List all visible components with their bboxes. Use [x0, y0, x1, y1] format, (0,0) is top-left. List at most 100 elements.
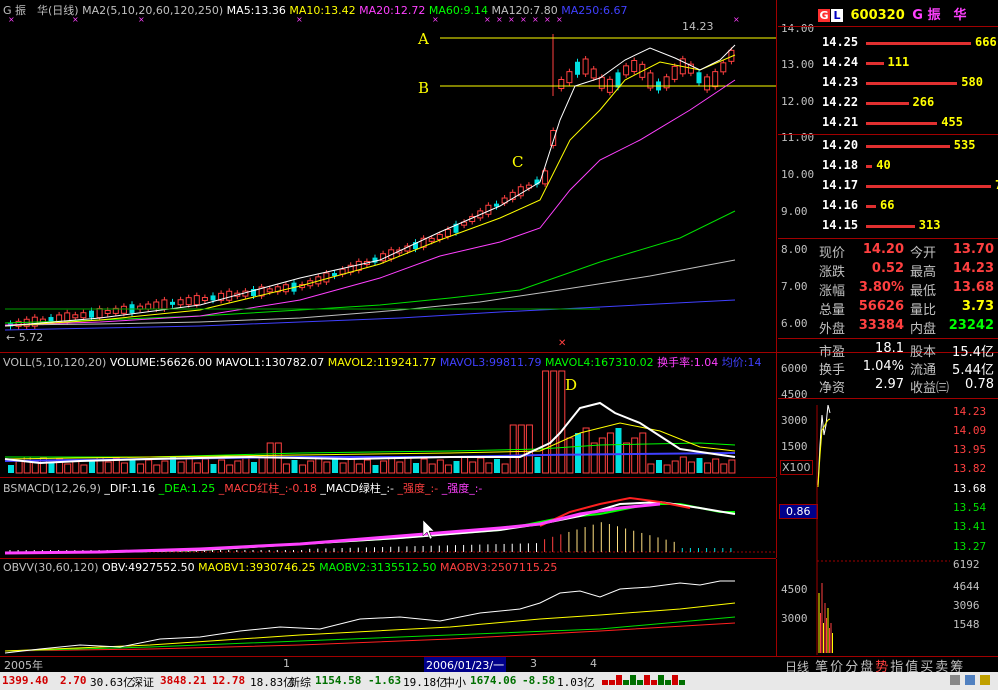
price-axis-tick: 13.00 [781, 58, 815, 71]
cursor-marker-icon: ✕ [558, 338, 567, 349]
volume-bar [534, 457, 541, 473]
candle [647, 69, 654, 91]
volume-axis-tick: 4500 [781, 388, 808, 401]
order-row[interactable]: 14.24 111 [822, 55, 909, 73]
stat-value: 3.73 [961, 299, 994, 314]
candle [332, 270, 337, 280]
volume-bar [388, 456, 396, 474]
order-row[interactable]: 14.25 666 [822, 35, 997, 53]
candlestick-chart[interactable]: × × × × × × × × × × × × × [0, 0, 776, 352]
macd-chart[interactable] [0, 478, 776, 558]
price-axis-tick: 11.00 [781, 131, 815, 144]
signal-marker: × [296, 15, 303, 24]
candle [258, 283, 265, 299]
candle [145, 301, 152, 313]
candle [15, 318, 22, 330]
candle [517, 183, 524, 199]
signal-marker: × [8, 15, 15, 24]
volume-bar [234, 460, 242, 474]
idx2-name: 深证 [132, 676, 154, 689]
intraday-axis-tick: 13.54 [953, 501, 987, 514]
network-icon [965, 675, 976, 685]
order-volume-bar [866, 122, 938, 125]
order-price: 14.21 [822, 115, 859, 129]
candle [355, 258, 362, 274]
volume-bar [185, 457, 193, 474]
stat-value: 33384 [858, 318, 904, 333]
volume-bar [444, 464, 452, 474]
volume-bar [323, 461, 331, 474]
volume-axis-tick: 1500 [781, 440, 808, 453]
price-axis-tick: 12.00 [781, 95, 815, 108]
idx3-value: 1154.58 [315, 674, 362, 687]
stat-key: 涨幅 [819, 284, 846, 299]
l-badge: L [831, 9, 843, 22]
intraday-axis-tick: 6192 [953, 558, 980, 571]
order-row[interactable]: 14.16 66 [822, 198, 894, 216]
stat-key: 总量 [819, 303, 846, 318]
stock-code: 600320 [850, 8, 905, 23]
candle [372, 254, 378, 266]
candle [671, 63, 678, 83]
high-price-label: 14.23 [682, 20, 714, 33]
order-row[interactable]: 14.20 535 [822, 138, 975, 156]
volume-bar [704, 462, 712, 474]
intraday-chart[interactable] [815, 405, 950, 655]
volume-bar [104, 461, 112, 474]
volume-bar [413, 463, 419, 473]
idx2-change: 12.78 [212, 674, 246, 687]
signal-marker: × [72, 15, 79, 24]
candle [274, 283, 281, 295]
volume-bar [453, 461, 460, 473]
order-row[interactable]: 14.21 455 [822, 115, 963, 133]
order-price: 14.23 [822, 75, 859, 89]
obv-chart[interactable] [0, 559, 776, 656]
market-breadth-icon [602, 675, 685, 688]
volume-bar [161, 460, 169, 474]
idx4-value: 1674.06 [470, 674, 517, 687]
stat-value: 13.70 [952, 242, 994, 257]
fund-key: 市盈 [819, 345, 846, 360]
price-axis-tick: 6.00 [781, 317, 808, 330]
idx1-amount: 30.63亿 [90, 676, 135, 689]
volume-bar [372, 465, 379, 473]
signal-marker: × [496, 15, 503, 24]
idx4-name: 中小 [444, 676, 466, 689]
order-row[interactable]: 14.17793 [822, 178, 998, 196]
order-row[interactable]: 14.15 313 [822, 218, 940, 236]
ma20-line [4, 79, 736, 326]
candle [137, 303, 144, 313]
volume-bar [64, 463, 72, 474]
order-row[interactable]: 14.22 266 [822, 95, 934, 113]
stat-key: 最高 [910, 265, 937, 280]
price-axis-tick: 7.00 [781, 280, 808, 293]
volume-bar [687, 461, 695, 474]
candle [582, 55, 589, 77]
fund-value: 18.1 [875, 341, 904, 356]
signal-marker: × [432, 15, 439, 24]
candle [623, 62, 630, 78]
volume-bar [363, 459, 371, 474]
stat-key: 现价 [819, 246, 846, 261]
volume-bar [663, 464, 671, 474]
fund-key: 流通 [910, 363, 937, 378]
idx3-name: 新综 [289, 676, 311, 689]
index-status-bar: 1399.40 2.70 30.63亿 深证 3848.21 12.78 18.… [0, 672, 998, 690]
stat-key: 今开 [910, 246, 937, 261]
ma10-line [4, 54, 736, 327]
signal-marker: × [544, 15, 551, 24]
order-row[interactable]: 14.18 40 [822, 158, 891, 176]
volume-axis-tick: 6000 [781, 362, 808, 375]
order-row[interactable]: 14.23 580 [822, 75, 983, 93]
intraday-price-line [817, 405, 831, 486]
volume-bar [606, 432, 614, 474]
candle [170, 298, 175, 308]
intraday-axis-tick: 13.82 [953, 462, 987, 475]
stat-key: 外盘 [819, 322, 846, 337]
candle [112, 305, 119, 317]
volume-bar [404, 457, 412, 474]
idx1-change: 2.70 [60, 674, 87, 687]
annotation-b: B [418, 79, 430, 97]
volume-chart[interactable] [0, 353, 776, 477]
candle [218, 290, 225, 304]
